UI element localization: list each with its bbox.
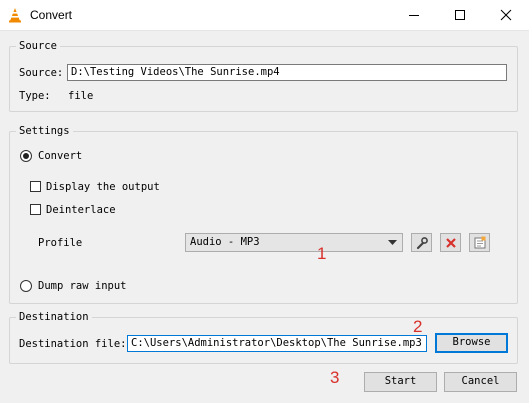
display-output-label[interactable]: Display the output [46, 181, 160, 193]
vlc-cone-icon [7, 7, 23, 23]
deinterlace-checkbox[interactable] [30, 204, 41, 215]
convert-label[interactable]: Convert [38, 150, 82, 162]
settings-group [9, 131, 518, 304]
source-label: Source: [19, 67, 64, 79]
type-label: Type: [19, 90, 51, 102]
new-profile-button[interactable] [469, 233, 490, 252]
dump-raw-radio[interactable] [20, 280, 32, 292]
source-legend: Source [16, 40, 60, 52]
minimize-icon [409, 15, 419, 16]
minimize-button[interactable] [391, 0, 437, 30]
convert-radio[interactable] [20, 150, 32, 162]
title-bar: Convert [0, 0, 529, 31]
destination-file-label: Destination file: [19, 338, 127, 350]
settings-legend: Settings [16, 125, 73, 137]
type-value: file [68, 90, 94, 102]
maximize-icon [455, 10, 465, 20]
deinterlace-label[interactable]: Deinterlace [46, 204, 116, 216]
browse-button[interactable]: Browse [435, 333, 508, 353]
new-profile-icon [474, 236, 486, 249]
window-title: Convert [30, 8, 73, 22]
start-button[interactable]: Start [364, 372, 437, 392]
annotation-marker-3: 3 [330, 368, 340, 387]
destination-file-input[interactable]: C:\Users\Administrator\Desktop\The Sunri… [127, 335, 427, 352]
dump-raw-label[interactable]: Dump raw input [38, 280, 127, 292]
edit-profile-button[interactable] [411, 233, 432, 252]
profile-selected-value: Audio - MP3 [190, 236, 260, 248]
maximize-button[interactable] [437, 0, 483, 30]
dropdown-arrow-icon [388, 240, 397, 245]
cancel-button[interactable]: Cancel [444, 372, 517, 392]
delete-icon [446, 238, 456, 248]
destination-legend: Destination [16, 311, 92, 323]
annotation-marker-1: 1 [317, 244, 327, 263]
display-output-checkbox[interactable] [30, 181, 41, 192]
wrench-icon [416, 237, 428, 250]
source-input[interactable]: D:\Testing Videos\The Sunrise.mp4 [67, 64, 507, 81]
delete-profile-button[interactable] [440, 233, 461, 252]
profile-select[interactable]: Audio - MP3 [185, 233, 403, 252]
annotation-marker-2: 2 [413, 317, 423, 336]
close-icon [500, 9, 512, 21]
profile-label: Profile [38, 237, 83, 249]
close-button[interactable] [483, 0, 529, 30]
